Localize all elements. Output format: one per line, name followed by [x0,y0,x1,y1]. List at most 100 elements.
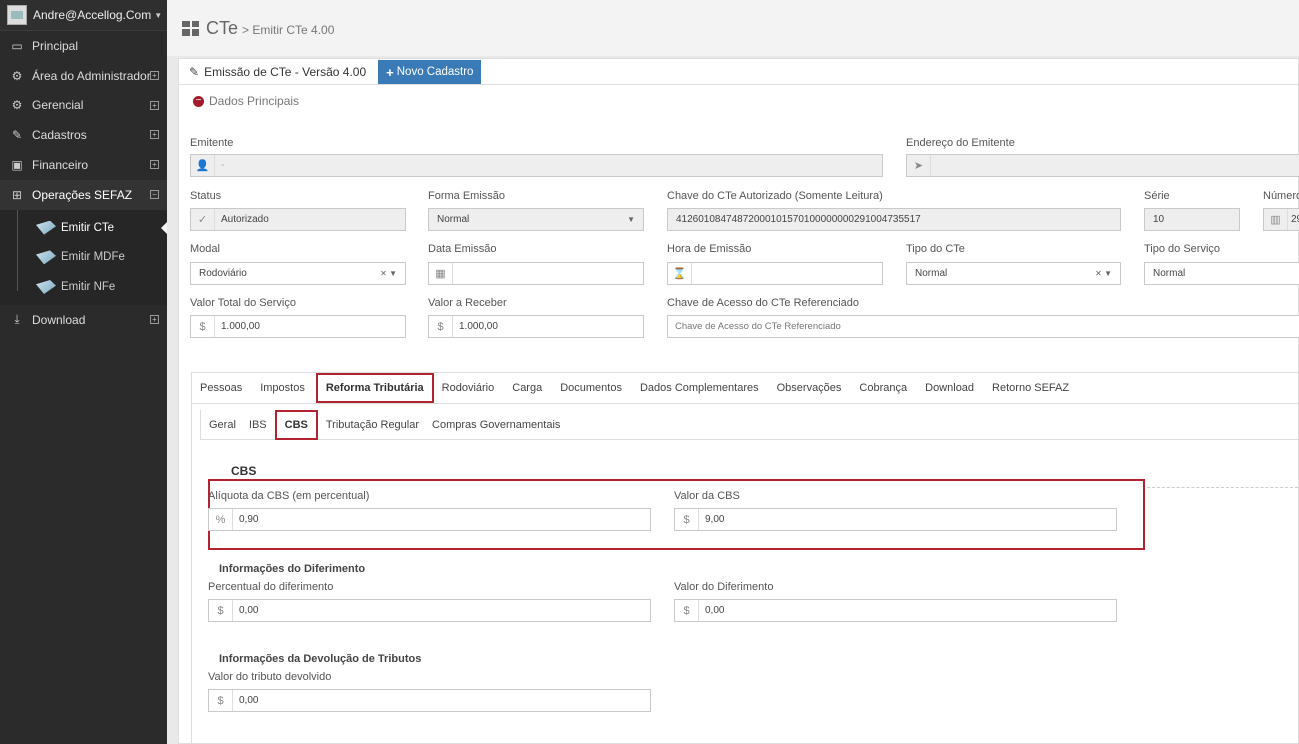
collapse-icon: − [150,189,159,199]
numero-label: Número [1263,190,1299,202]
valor-dif-label: Valor do Diferimento [674,581,774,593]
modal-select[interactable]: Rodoviário ✕ ▼ [190,262,406,285]
section-dados-principais[interactable]: − Dados Principais [193,94,299,108]
tipo-cte-select[interactable]: Normal ✕ ▼ [906,262,1121,285]
forma-emissao-select[interactable]: Normal ▼ [428,208,644,231]
sub-tabs: Geral IBS CBS Tributação Regular Compras… [200,409,1298,440]
tab-download[interactable]: Download [925,382,974,394]
valor-total-input[interactable]: $ 1.000,00 [190,315,406,338]
location-arrow-icon: ➤ [907,155,931,176]
data-emissao-label: Data Emissão [428,243,497,255]
chave-value: 4126010847487200010157010000000029100473… [676,214,921,225]
valor-dev-input[interactable]: $ 0,00 [208,689,651,712]
endereco-label: Endereço do Emitente [906,137,1015,149]
tipo-cte-value: Normal [915,268,948,279]
sidebar-subitem-label: Emitir NFe [61,281,116,293]
user-menu[interactable]: Andre@Accellog.Com ▼ [0,0,167,31]
sidebar-subitem-emitir-nfe[interactable]: Emitir NFe [0,272,167,302]
tab-documentos[interactable]: Documentos [560,382,622,394]
dollar-icon: $ [429,316,453,337]
devolucao-title: Informações da Devolução de Tributos [219,653,422,665]
status-field: ✓ Autorizado [190,208,406,231]
sidebar-item-label: Download [32,312,86,327]
chevron-down-icon: ▼ [627,215,635,224]
tab-retorno-sefaz[interactable]: Retorno SEFAZ [992,382,1069,394]
edit-icon: ✎ [189,64,200,79]
sidebar-subitem-emitir-cte[interactable]: Emitir CTe [0,213,167,243]
tab-pessoas[interactable]: Pessoas [200,382,242,394]
hora-emissao-input[interactable]: ⌛ [667,262,883,285]
tipo-servico-label: Tipo do Serviço [1144,243,1221,255]
expand-icon: + [150,100,159,110]
section-title: Dados Principais [209,94,300,108]
clear-dropdown-icon: ✕ ▼ [380,269,397,278]
dollar-icon: $ [191,316,215,337]
valor-dev-value: 0,00 [239,695,259,706]
document-icon [36,280,56,294]
numero-field: ▥ 29 [1263,208,1299,231]
sidebar-item-admin[interactable]: ⚙ Área do Administrador + [0,61,167,91]
valor-receber-input[interactable]: $ 1.000,00 [428,315,644,338]
subtab-geral[interactable]: Geral [209,419,236,431]
forma-emissao-value: Normal [437,214,470,225]
sidebar-item-operacoes-sefaz[interactable]: ⊞ Operações SEFAZ − [0,179,167,210]
tipo-servico-select[interactable]: Normal [1144,262,1299,285]
emitente-value: - [221,160,225,171]
sidebar-item-label: Financeiro [32,158,89,173]
tab-carga[interactable]: Carga [512,382,542,394]
dollar-icon: $ [675,509,699,530]
sidebar-item-cadastros[interactable]: ✎ Cadastros + [0,120,167,150]
valor-cbs-value: 9,00 [705,514,725,525]
button-label: Novo Cadastro [396,66,474,78]
subtab-tributacao-regular[interactable]: Tributação Regular [326,419,419,431]
valor-cbs-input[interactable]: $ 9,00 [674,508,1117,531]
barcode-icon: ▥ [1264,209,1288,230]
emitente-field: 👤 - [190,154,883,177]
tab-rodoviario[interactable]: Rodoviário [442,382,495,394]
chave-ref-label: Chave de Acesso do CTe Referenciado [667,297,860,309]
tab-cobranca[interactable]: Cobrança [859,382,907,394]
tab-impostos[interactable]: Impostos [260,382,305,394]
tipo-cte-label: Tipo do CTe [906,243,965,255]
sidebar-item-label: Gerencial [32,98,84,113]
collapse-icon: − [193,95,204,107]
tipo-servico-value: Normal [1153,268,1186,279]
laptop-icon: ▭ [11,38,23,53]
sidebar-subitem-label: Emitir CTe [61,221,115,234]
divider [1147,487,1298,488]
tab-emissao-cte[interactable]: ✎ Emissão de CTe - Versão 4.00 [179,59,381,84]
page-title: CTe [206,17,239,38]
clear-dropdown-icon: ✕ ▼ [1095,269,1112,278]
valor-dif-value: 0,00 [705,605,725,616]
sidebar: Andre@Accellog.Com ▼ ▭ Principal ⚙ Área … [0,0,167,744]
sidebar-item-gerencial[interactable]: ⚙ Gerencial + [0,91,167,121]
hora-emissao-label: Hora de Emissão [667,243,752,255]
aliquota-cbs-input[interactable]: % 0,90 [208,508,651,531]
main-panel: ✎ Emissão de CTe - Versão 4.00 + Novo Ca… [178,58,1299,744]
valor-cbs-label: Valor da CBS [674,490,740,502]
dollar-icon: $ [675,600,699,621]
valor-receber-label: Valor a Receber [428,297,507,309]
windows-icon: ⊞ [11,187,23,202]
sidebar-item-principal[interactable]: ▭ Principal [0,31,167,61]
document-icon [36,250,56,265]
subtab-ibs[interactable]: IBS [249,419,267,431]
sidebar-item-label: Cadastros [32,128,87,143]
dollar-icon: $ [209,690,233,711]
sidebar-item-download[interactable]: ⤓ Download + [0,305,167,335]
tab-reforma-tributaria[interactable]: Reforma Tributária [315,373,434,403]
valor-dif-input[interactable]: $ 0,00 [674,599,1117,622]
subtab-compras-governamentais[interactable]: Compras Governamentais [432,419,560,431]
novo-cadastro-button[interactable]: + Novo Cadastro [378,60,482,84]
reforma-tributaria-panel: Geral IBS CBS Tributação Regular Compras… [191,404,1298,743]
valor-dev-label: Valor do tributo devolvido [208,671,332,683]
perc-dif-input[interactable]: $ 0,00 [208,599,651,622]
sidebar-subitem-emitir-mdfe[interactable]: Emitir MDFe [0,242,167,272]
tab-dados-complementares[interactable]: Dados Complementares [640,382,759,394]
tab-observacoes[interactable]: Observações [777,382,842,394]
subtab-cbs[interactable]: CBS [274,409,318,440]
expand-icon: + [150,130,159,140]
chave-ref-input[interactable]: Chave de Acesso do CTe Referenciado [667,315,1299,338]
data-emissao-input[interactable]: ▦ [428,262,644,285]
sidebar-item-financeiro[interactable]: ▣ Financeiro + [0,150,167,180]
